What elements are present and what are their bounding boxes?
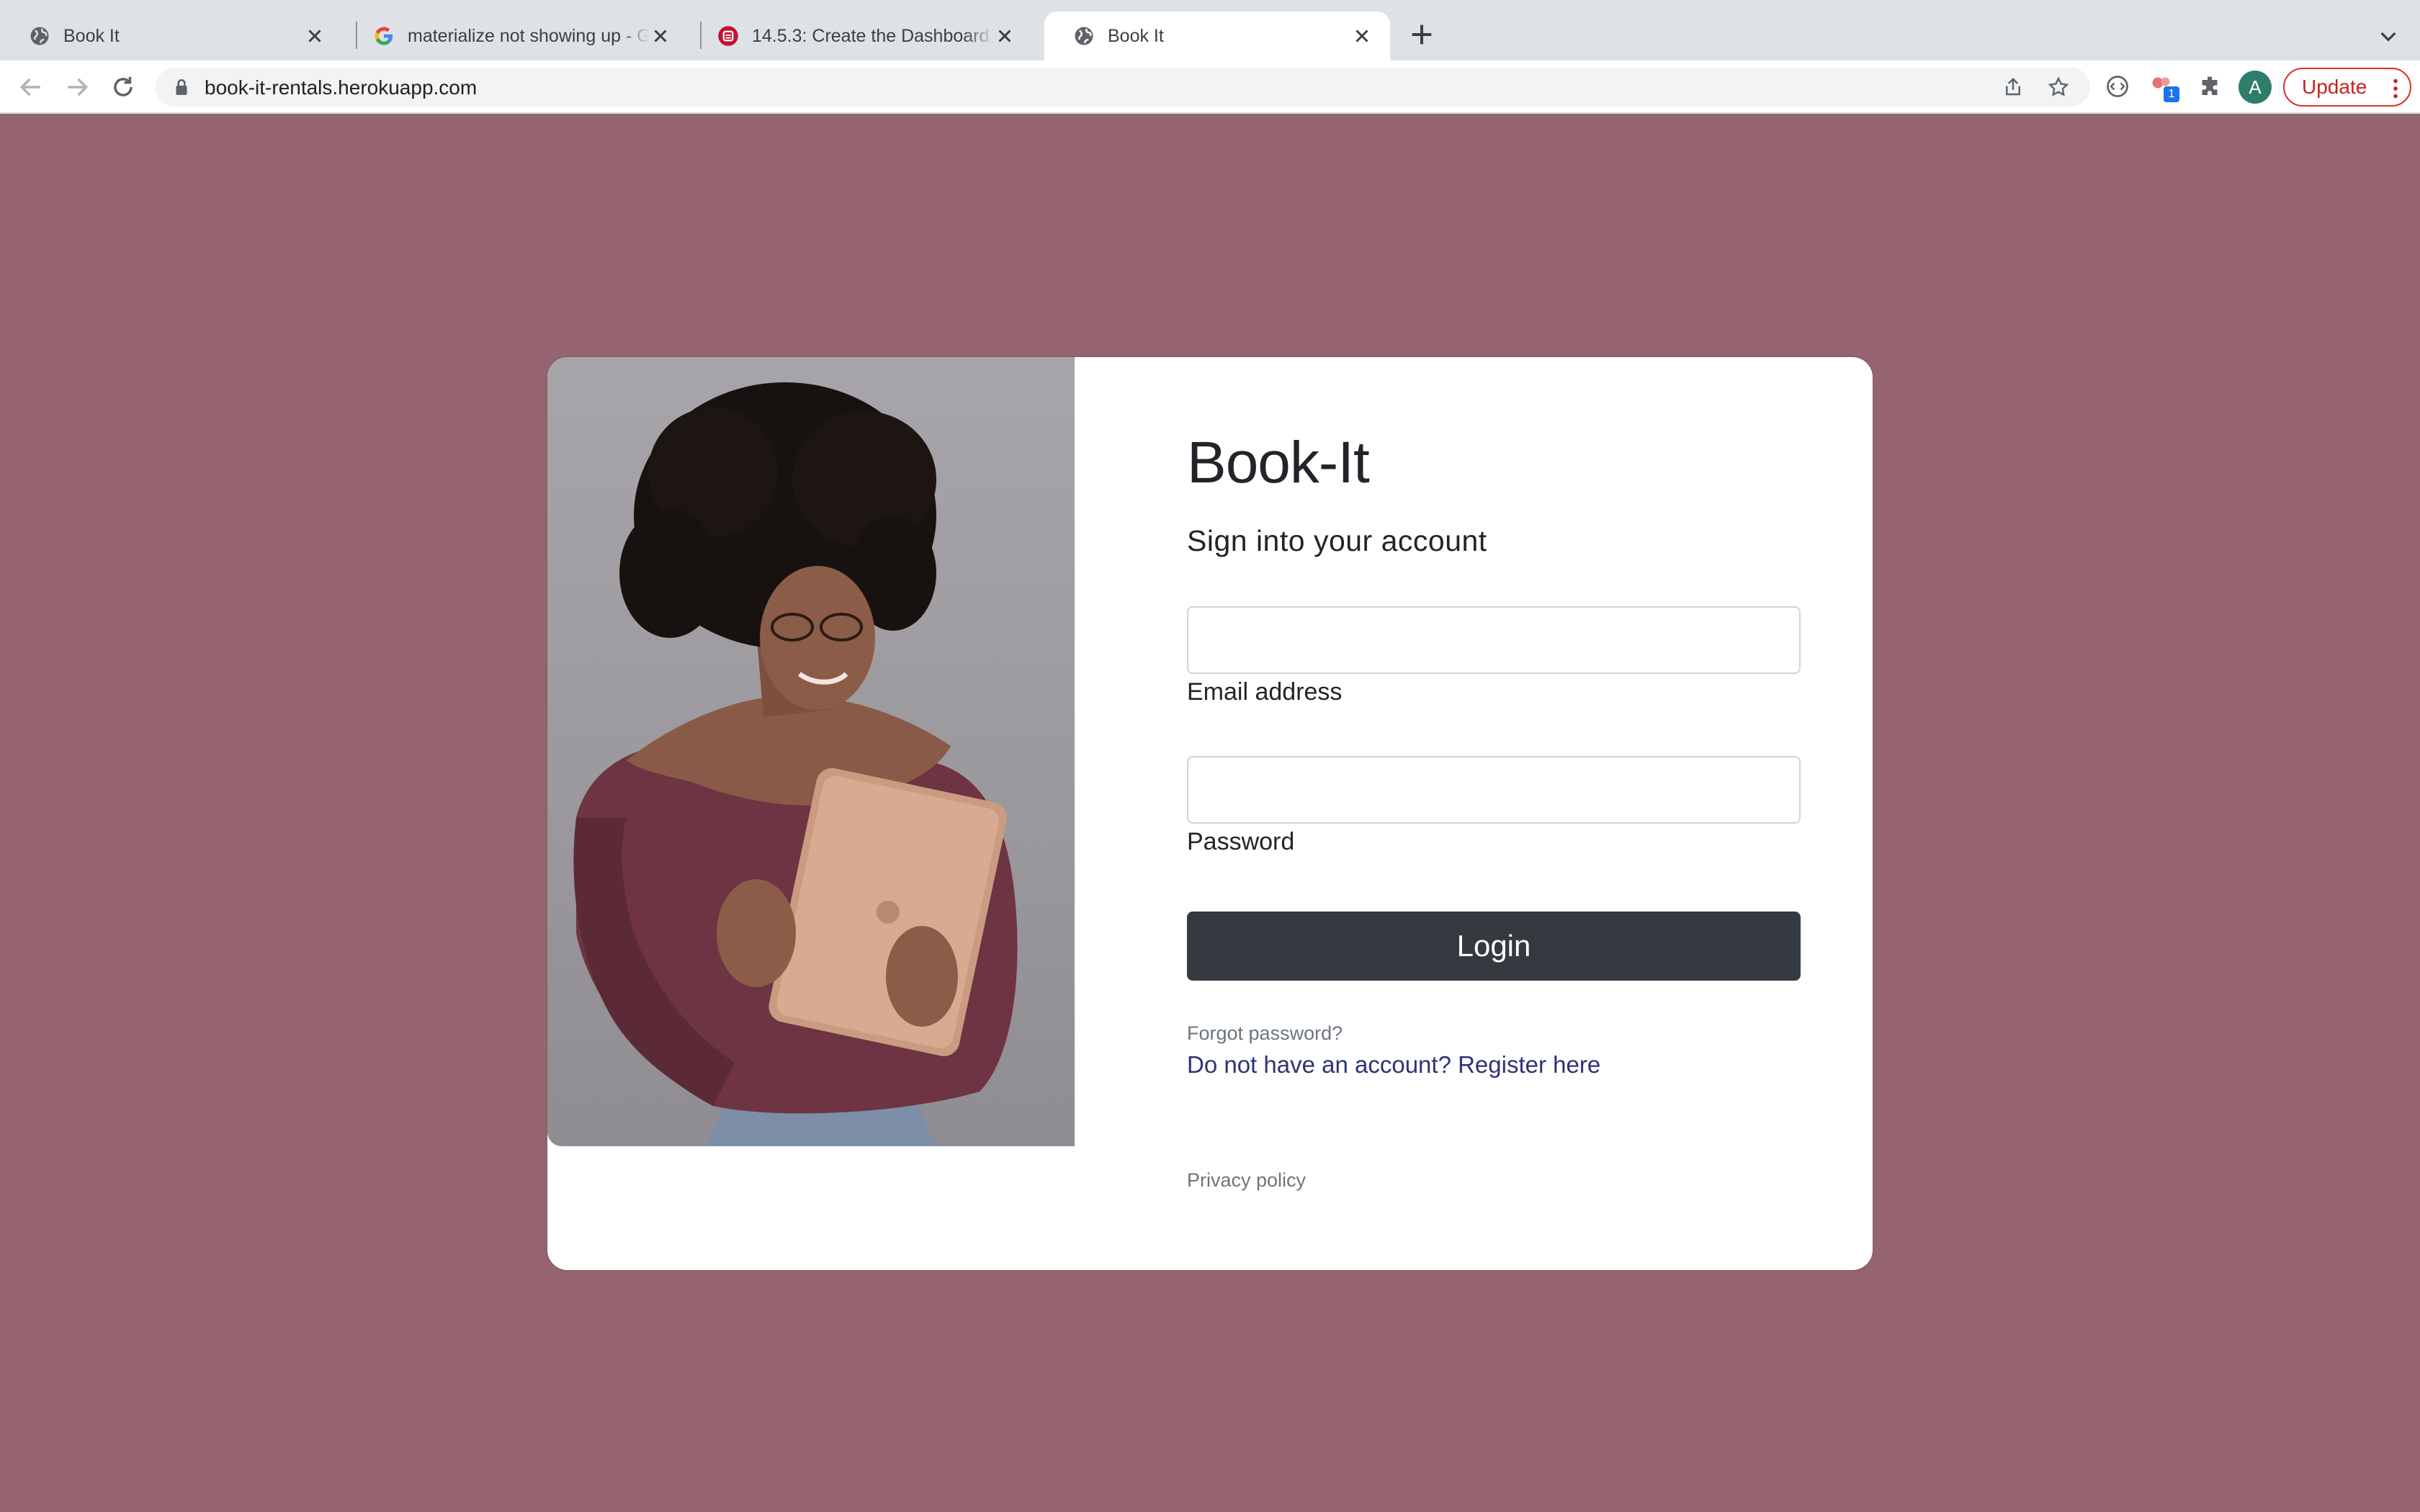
lock-icon[interactable] — [173, 78, 190, 96]
tab-book-it-active[interactable]: Book It — [1044, 12, 1390, 60]
new-tab-plus-icon[interactable] — [1407, 20, 1436, 49]
privacy-policy-link[interactable]: Privacy policy — [1187, 1169, 1306, 1192]
woman-with-tablet-illustration — [573, 382, 1018, 1146]
globe-icon — [30, 27, 49, 45]
google-icon — [375, 27, 393, 45]
hero-photo — [547, 357, 1075, 1146]
brand-title: Book-It — [1187, 430, 1370, 495]
back-arrow-icon[interactable] — [17, 73, 45, 101]
forgot-password-link[interactable]: Forgot password? — [1187, 1022, 1343, 1045]
tab-title: Book It — [63, 25, 120, 46]
close-icon[interactable] — [304, 25, 326, 47]
bookmark-star-icon[interactable] — [2047, 76, 2070, 99]
tab-search-chevron-down-icon[interactable] — [2377, 24, 2400, 48]
address-bar[interactable]: book-it-rentals.herokuapp.com — [156, 68, 2090, 107]
tab-strip: Book It materialize not showing up - Goo… — [0, 0, 2420, 60]
url-text[interactable]: book-it-rentals.herokuapp.com — [205, 76, 477, 99]
browser-toolbar: book-it-rentals.herokuapp.com 1 — [0, 60, 2420, 114]
register-link[interactable]: Do not have an account? Register here — [1187, 1051, 1600, 1079]
tab-book-it-1[interactable]: Book It — [0, 12, 343, 60]
close-icon[interactable] — [1351, 25, 1373, 47]
email-field[interactable] — [1187, 606, 1801, 674]
more-vertical-icon — [2393, 78, 2398, 99]
extension-badge: 1 — [2164, 86, 2179, 102]
password-field[interactable] — [1187, 756, 1801, 824]
password-label: Password — [1187, 828, 1295, 855]
close-icon[interactable] — [994, 25, 1016, 47]
reload-icon[interactable] — [109, 73, 137, 101]
tab-bootcamp-module[interactable]: 14.5.3: Create the Dashboard Template — [689, 12, 1033, 60]
extension-with-badge[interactable]: 1 — [2149, 72, 2181, 104]
close-icon[interactable] — [650, 25, 671, 47]
bootcamp-icon — [718, 26, 738, 46]
profile-avatar[interactable]: A — [2238, 71, 2272, 104]
tab-google-search[interactable]: materialize not showing up - Google Sear… — [344, 12, 689, 60]
tab-title: 14.5.3: Create the Dashboard Template — [752, 25, 994, 46]
update-button[interactable]: Update — [2283, 68, 2411, 107]
share-icon[interactable] — [2002, 76, 2024, 98]
extensions-puzzle-icon[interactable] — [2197, 73, 2223, 99]
update-label: Update — [2302, 76, 2367, 98]
extension-code-icon[interactable] — [2105, 73, 2130, 99]
globe-icon — [1075, 27, 1093, 45]
login-button[interactable]: Login — [1187, 912, 1801, 981]
email-label: Email address — [1187, 678, 1343, 706]
forward-arrow-icon[interactable] — [63, 73, 91, 101]
tab-title: materialize not showing up - Google Sear… — [408, 25, 650, 46]
login-card: Book-It Sign into your account Email add… — [547, 357, 1873, 1270]
tab-title: Book It — [1108, 25, 1164, 46]
signin-subtitle: Sign into your account — [1187, 524, 1487, 557]
